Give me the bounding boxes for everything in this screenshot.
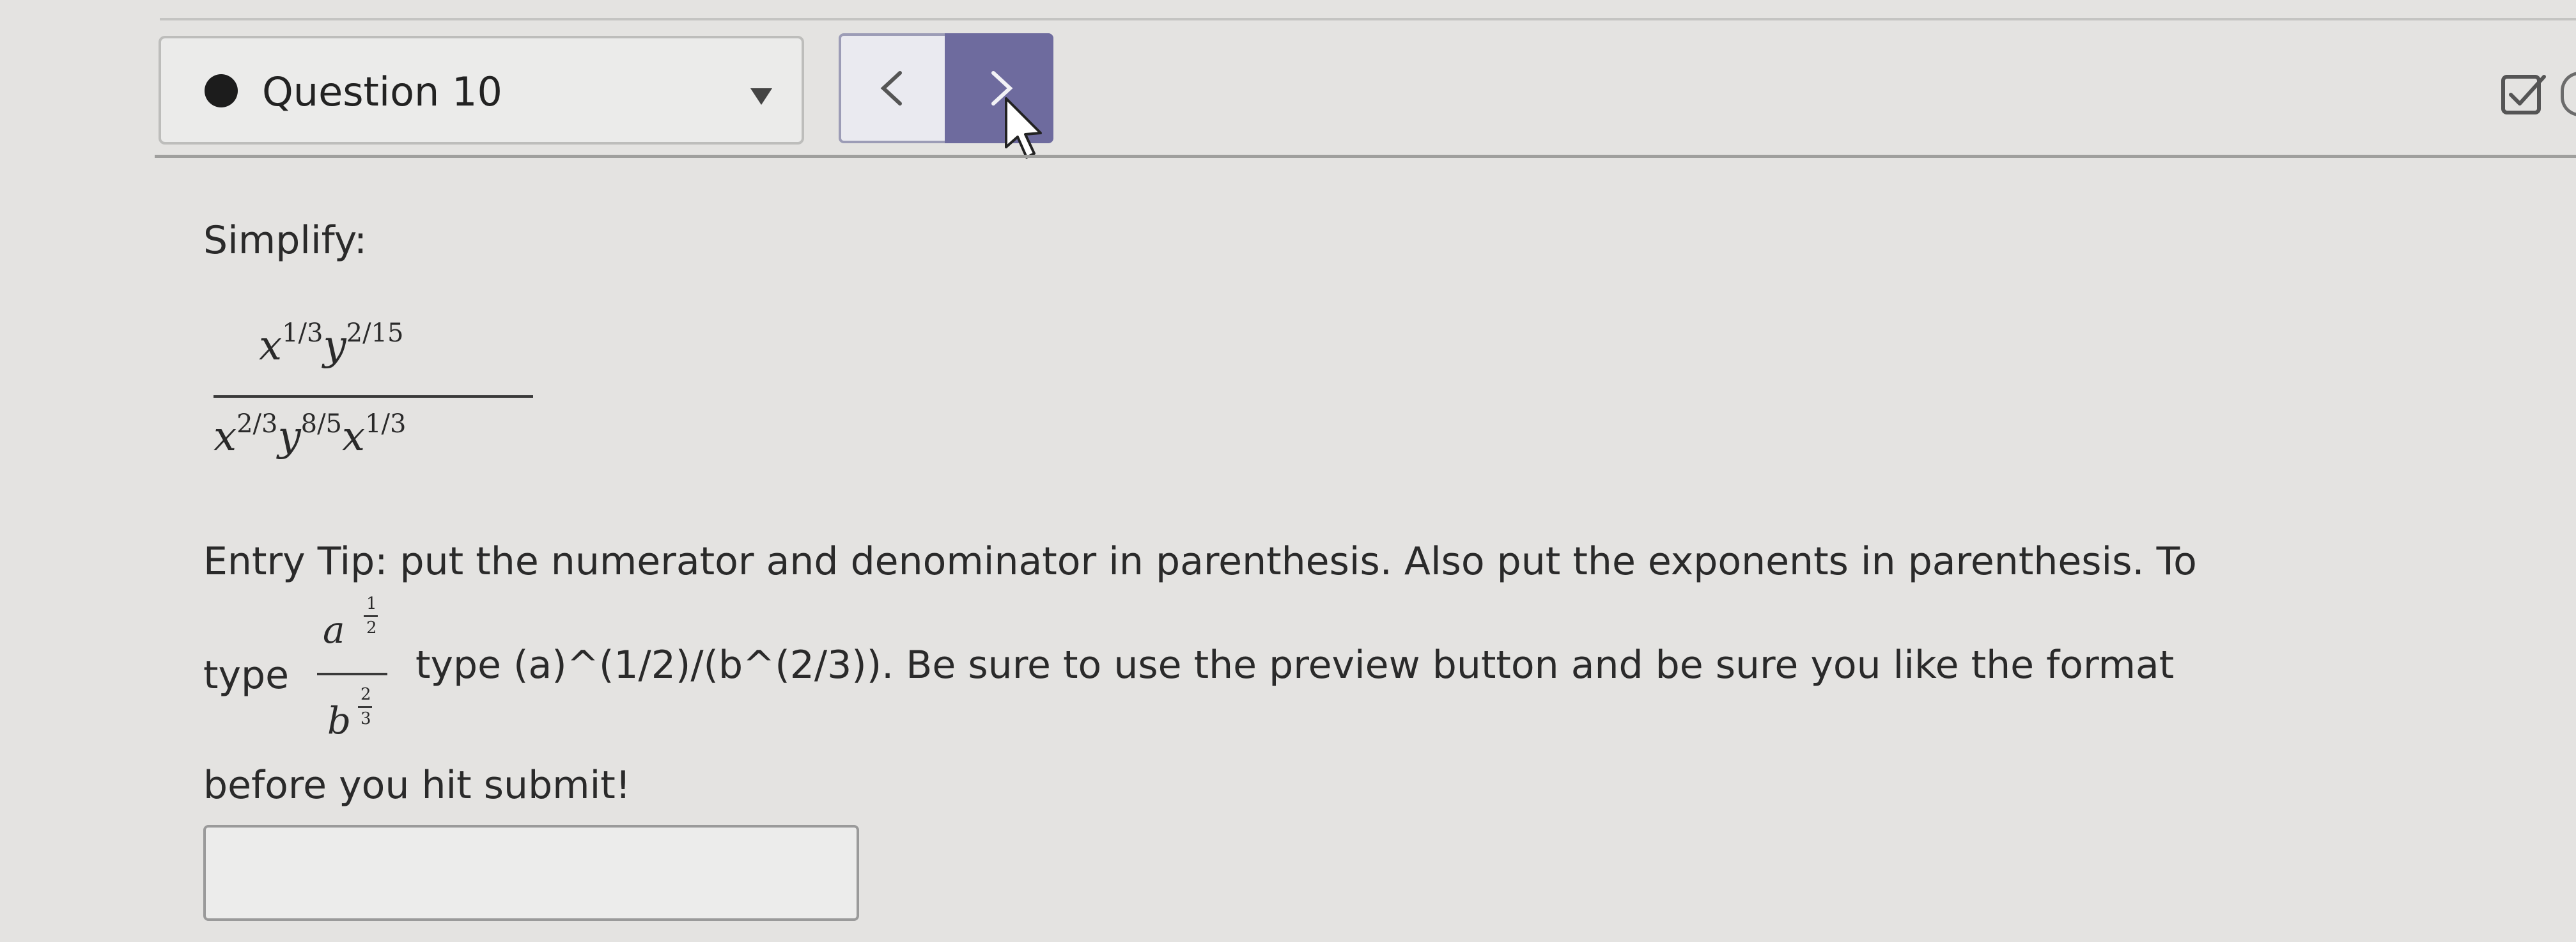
dropdown-caret-icon[interactable] [750, 88, 772, 105]
question-label: Question 10 [262, 68, 502, 115]
question-status-dot [205, 74, 238, 107]
entry-tip-line-3: before you hit submit! [203, 763, 631, 808]
chevron-left-icon [880, 71, 902, 106]
denominator: x2/3y8/5x1/3 [213, 409, 407, 460]
numerator: x1/3y2/15 [259, 318, 404, 370]
entry-tip-type-word: type [203, 653, 290, 698]
partial-icon [2561, 72, 2576, 116]
fraction-bar [213, 395, 533, 398]
answer-input[interactable] [203, 825, 859, 921]
checkbox-check-icon[interactable] [2499, 69, 2550, 120]
entry-tip-line-2: type (a)^(1/2)/(b^(2/3)). Be sure to use… [415, 643, 2175, 687]
previous-question-button[interactable] [839, 33, 945, 143]
top-rule [160, 18, 2576, 20]
entry-tip-line-1: Entry Tip: put the numerator and denomin… [203, 539, 2197, 584]
example-fraction-bar [317, 673, 387, 675]
header-divider [155, 155, 2576, 158]
instruction-text: Simplify: [203, 218, 368, 263]
